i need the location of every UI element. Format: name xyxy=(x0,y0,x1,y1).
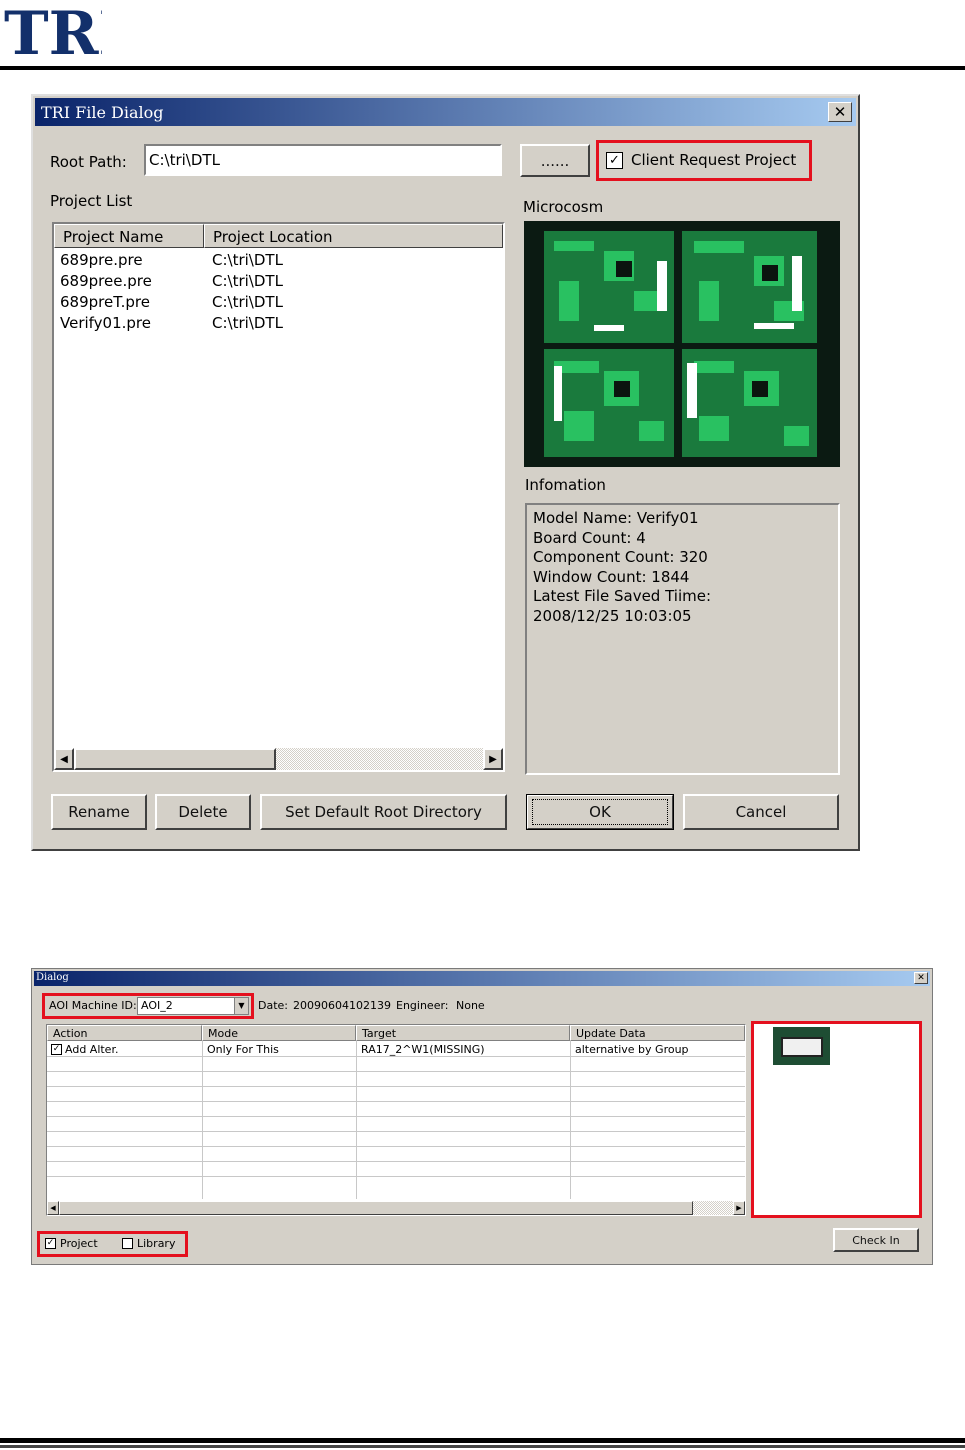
tri-file-dialog: TRI File Dialog ✕ Root Path: C:\tri\DTL … xyxy=(31,94,860,851)
column-header-mode[interactable]: Mode xyxy=(202,1025,356,1041)
checkmark-icon[interactable]: ✓ xyxy=(51,1044,62,1055)
microcosm-preview xyxy=(524,221,840,467)
footer-rule-thin xyxy=(0,1445,965,1448)
close-button[interactable]: ✕ xyxy=(828,102,852,122)
chevron-down-icon[interactable]: ▼ xyxy=(234,998,248,1014)
list-item-location: C:\tri\DTL xyxy=(212,251,283,269)
column-header-project-name[interactable]: Project Name xyxy=(54,224,204,248)
info-board-count: Board Count: 4 xyxy=(533,528,646,547)
column-header-target[interactable]: Target xyxy=(356,1025,570,1041)
scroll-thumb[interactable] xyxy=(74,748,276,770)
root-path-label: Root Path: xyxy=(50,153,127,171)
arrow-right-icon: ▶ xyxy=(489,753,497,765)
arrow-left-icon: ◀ xyxy=(60,753,68,765)
cancel-button[interactable]: Cancel xyxy=(683,794,839,830)
list-item[interactable]: 689pree.pre xyxy=(60,272,152,290)
horizontal-scrollbar[interactable]: ◀ ▶ xyxy=(47,1201,745,1215)
list-item-location: C:\tri\DTL xyxy=(212,293,283,311)
info-saved-time-value: 2008/12/25 10:03:05 xyxy=(533,606,692,625)
dialog-title: Dialog xyxy=(36,972,69,983)
list-item-location: C:\tri\DTL xyxy=(212,314,283,332)
engineer-label: Engineer: xyxy=(396,999,449,1012)
scroll-thumb[interactable] xyxy=(59,1201,693,1215)
aoi-machine-label: AOI Machine ID: xyxy=(49,999,137,1012)
list-item[interactable]: Verify01.pre xyxy=(60,314,151,332)
column-header-action[interactable]: Action xyxy=(47,1025,202,1041)
client-request-label: Client Request Project xyxy=(631,151,797,169)
header-rule xyxy=(0,66,965,70)
engineer-value: None xyxy=(456,999,485,1012)
date-label: Date: xyxy=(258,999,288,1012)
rename-button[interactable]: Rename xyxy=(51,794,147,830)
info-saved-time-label: Latest File Saved Tiime: xyxy=(533,587,712,606)
column-header-update-data[interactable]: Update Data xyxy=(570,1025,745,1041)
close-button[interactable]: ✕ xyxy=(914,972,928,984)
update-grid: Action Mode Target Update Data ✓ Add Alt… xyxy=(46,1024,746,1216)
list-item-location: C:\tri\DTL xyxy=(212,272,283,290)
close-icon: ✕ xyxy=(833,103,847,121)
ok-button[interactable]: OK xyxy=(526,794,674,830)
tri-logo: TRI xyxy=(2,0,127,69)
set-default-root-button[interactable]: Set Default Root Directory xyxy=(260,794,507,830)
checkmark-icon: ✓ xyxy=(606,151,623,169)
close-icon: ✕ xyxy=(917,973,925,983)
component-preview-image xyxy=(773,1027,830,1065)
ok-label: OK xyxy=(532,799,668,825)
microcosm-label: Microcosm xyxy=(523,198,604,216)
information-panel: Model Name: Verify01 Board Count: 4 Comp… xyxy=(525,503,840,775)
root-path-input[interactable]: C:\tri\DTL xyxy=(144,144,502,176)
horizontal-scrollbar[interactable]: ◀ ▶ xyxy=(54,748,503,770)
info-model-name: Model Name: Verify01 xyxy=(533,509,699,527)
logo-text: TRI xyxy=(4,0,102,60)
list-item[interactable]: 689preT.pre xyxy=(60,293,150,311)
project-list: Project Name Project Location 689pre.pre… xyxy=(52,222,505,772)
aoi-machine-value: AOI_2 xyxy=(141,999,173,1012)
information-label: Infomation xyxy=(525,476,606,494)
info-window-count: Window Count: 1844 xyxy=(533,567,690,586)
check-in-dialog: Dialog ✕ AOI Machine ID: AOI_2 ▼ Date: 2… xyxy=(31,968,933,1265)
arrow-left-icon[interactable]: ◀ xyxy=(47,1201,59,1215)
root-path-value: C:\tri\DTL xyxy=(149,151,220,169)
pcb-image xyxy=(524,221,840,467)
arrow-right-icon[interactable]: ▶ xyxy=(733,1201,745,1215)
aoi-machine-select[interactable]: AOI_2 ▼ xyxy=(137,997,249,1015)
footer-rule xyxy=(0,1438,965,1443)
table-row-action[interactable]: ✓ Add Alter. xyxy=(51,1043,118,1056)
checkmark-icon: ✓ xyxy=(45,1238,56,1249)
client-request-checkbox[interactable]: ✓ Client Request Project xyxy=(606,151,796,169)
delete-button[interactable]: Delete xyxy=(155,794,251,830)
table-row-target: RA17_2^W1(MISSING) xyxy=(361,1043,485,1056)
project-checkbox[interactable]: ✓ Project xyxy=(45,1237,98,1250)
info-component-count: Component Count: 320 xyxy=(533,548,708,567)
library-checkbox[interactable]: Library xyxy=(122,1237,175,1250)
browse-button[interactable]: ...... xyxy=(520,144,590,177)
title-bar: TRI File Dialog ✕ xyxy=(35,98,856,126)
date-value: 20090604102139 xyxy=(293,999,391,1012)
table-row-update: alternative by Group xyxy=(575,1043,689,1056)
scroll-right-button[interactable]: ▶ xyxy=(483,748,503,770)
checkbox-icon xyxy=(122,1238,133,1249)
table-row-mode: Only For This xyxy=(207,1043,279,1056)
scroll-left-button[interactable]: ◀ xyxy=(54,748,74,770)
check-in-button[interactable]: Check In xyxy=(833,1228,919,1252)
dialog-title: TRI File Dialog xyxy=(41,103,164,122)
list-item[interactable]: 689pre.pre xyxy=(60,251,143,269)
title-bar: Dialog ✕ xyxy=(34,971,930,986)
column-header-project-location[interactable]: Project Location xyxy=(204,224,503,248)
project-list-label: Project List xyxy=(50,192,133,210)
